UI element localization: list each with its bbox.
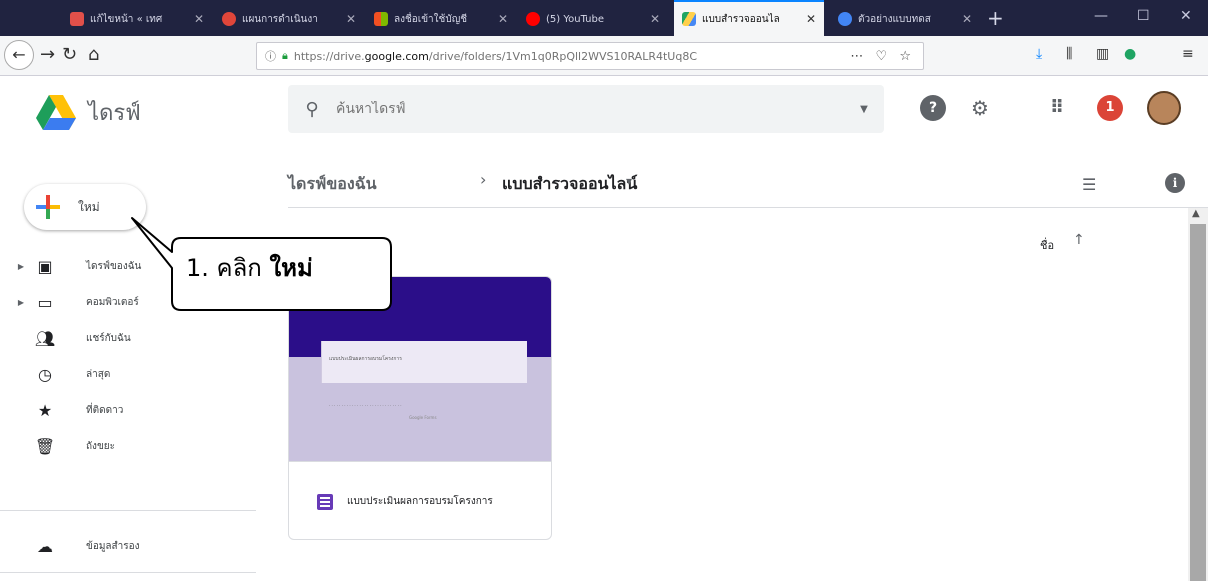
callout-text: 1. คลิก ใหม่ (186, 248, 313, 287)
callout-bubble (131, 217, 392, 311)
callout-prefix: 1. คลิก (186, 254, 270, 282)
callout-bold: ใหม่ (269, 254, 313, 282)
